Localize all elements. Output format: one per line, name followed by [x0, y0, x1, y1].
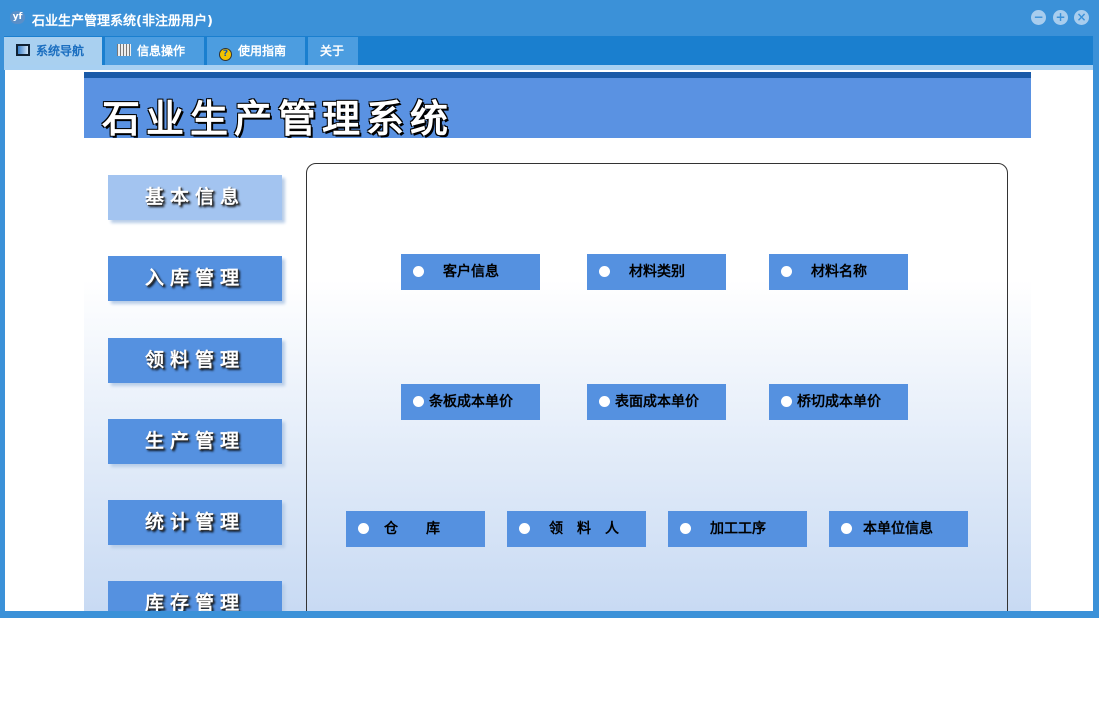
tab-label: 系统导航	[36, 44, 85, 58]
nav-basic-info[interactable]: 基本信息	[108, 175, 282, 220]
tab-about[interactable]: 关于	[308, 37, 358, 65]
item-label: 桥切成本单价	[797, 394, 881, 410]
item-label: 客户信息	[443, 264, 499, 280]
item-label: 领 料 人	[549, 521, 619, 537]
banner-title: 石业生产管理系统	[102, 96, 455, 141]
item-picker[interactable]: 领 料 人	[507, 511, 646, 547]
restore-icon[interactable]: +	[1053, 10, 1068, 25]
nav-statistics[interactable]: 统计管理	[108, 500, 282, 545]
item-unit-info[interactable]: 本单位信息	[829, 511, 968, 547]
item-strip-cost[interactable]: 条板成本单价	[401, 384, 540, 420]
item-process[interactable]: 加工工序	[668, 511, 807, 547]
radio-icon	[599, 266, 610, 277]
item-label: 条板成本单价	[429, 394, 513, 410]
tab-guide[interactable]: ? 使用指南	[207, 37, 305, 65]
client-area: 石业生产管理系统 基本信息 入库管理 领料管理 生产管理 统计管理 库存管理 客…	[5, 70, 1093, 611]
radio-icon	[599, 396, 610, 407]
nav-inbound[interactable]: 入库管理	[108, 256, 282, 301]
title-bar: yf 石业生产管理系统(非注册用户) − + ×	[0, 0, 1099, 36]
tab-label: 关于	[320, 44, 345, 58]
main-area: 基本信息 入库管理 领料管理 生产管理 统计管理 库存管理 客户信息 材料类别 …	[84, 138, 1031, 611]
monitor-icon	[16, 44, 30, 56]
tab-label: 使用指南	[238, 44, 287, 58]
item-label: 本单位信息	[863, 521, 933, 537]
item-warehouse[interactable]: 仓 库	[346, 511, 485, 547]
radio-icon	[680, 523, 691, 534]
nav-production[interactable]: 生产管理	[108, 419, 282, 464]
item-surface-cost[interactable]: 表面成本单价	[587, 384, 726, 420]
item-customer[interactable]: 客户信息	[401, 254, 540, 290]
minimize-icon[interactable]: −	[1031, 10, 1046, 25]
tab-system-nav[interactable]: 系统导航	[4, 37, 102, 65]
window-title: 石业生产管理系统(非注册用户)	[32, 14, 213, 29]
item-material-name[interactable]: 材料名称	[769, 254, 908, 290]
radio-icon	[781, 266, 792, 277]
item-label: 材料类别	[629, 264, 685, 280]
close-icon[interactable]: ×	[1074, 10, 1089, 25]
tab-info-ops[interactable]: 信息操作	[105, 37, 204, 65]
banner: 石业生产管理系统	[84, 78, 1031, 141]
radio-icon	[841, 523, 852, 534]
item-label: 材料名称	[811, 264, 867, 280]
item-label: 加工工序	[710, 521, 766, 537]
app-window: yf 石业生产管理系统(非注册用户) − + × 系统导航 信息操作 ? 使用指南…	[0, 0, 1099, 618]
grid-icon	[117, 44, 131, 56]
radio-icon	[358, 523, 369, 534]
nav-material-pick[interactable]: 领料管理	[108, 338, 282, 383]
item-material-category[interactable]: 材料类别	[587, 254, 726, 290]
item-label: 仓 库	[384, 521, 440, 537]
radio-icon	[413, 266, 424, 277]
item-bridge-cut-cost[interactable]: 桥切成本单价	[769, 384, 908, 420]
tab-bar: 系统导航 信息操作 ? 使用指南 关于	[4, 36, 1093, 65]
nav-inventory[interactable]: 库存管理	[108, 581, 282, 611]
radio-icon	[413, 396, 424, 407]
tab-label: 信息操作	[137, 44, 186, 58]
item-label: 表面成本单价	[615, 394, 699, 410]
radio-icon	[781, 396, 792, 407]
radio-icon	[519, 523, 530, 534]
help-icon: ?	[219, 48, 232, 61]
app-logo-icon: yf	[10, 11, 25, 24]
